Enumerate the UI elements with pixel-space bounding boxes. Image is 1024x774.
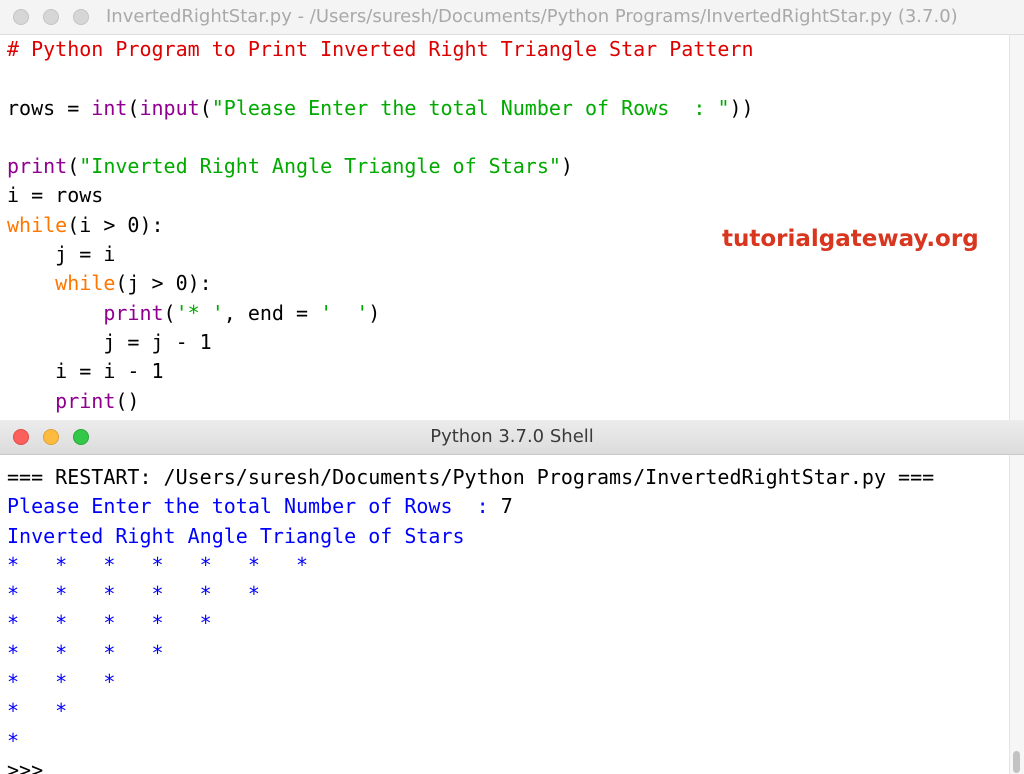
console-line: * *	[7, 697, 934, 726]
code-token: * * * * * * *	[7, 552, 309, 577]
code-token: (	[163, 300, 176, 325]
code-token: input	[139, 95, 200, 120]
code-token: * * * * *	[7, 611, 212, 636]
console-line: * * *	[7, 668, 934, 697]
code-token: )	[560, 154, 573, 179]
shell-window: Python 3.7.0 Shell === RESTART: /Users/s…	[0, 420, 1024, 774]
editor-window: InvertedRightStar.py - /Users/suresh/Doc…	[0, 0, 1024, 420]
code-token: (	[199, 95, 212, 120]
editor-window-title: InvertedRightStar.py - /Users/suresh/Doc…	[106, 6, 958, 27]
editor-titlebar[interactable]: InvertedRightStar.py - /Users/suresh/Doc…	[0, 0, 1024, 35]
code-line: print("Inverted Right Angle Triangle of …	[7, 152, 754, 181]
shell-titlebar[interactable]: Python 3.7.0 Shell	[0, 420, 1024, 455]
code-token: Please Enter the total Number of Rows :	[7, 494, 501, 519]
code-token: >>>	[7, 757, 56, 774]
code-token: * *	[7, 699, 68, 724]
console-line: * * * * * *	[7, 580, 934, 609]
code-token: "Please Enter the total Number of Rows :…	[211, 95, 730, 120]
code-token: * * * * * *	[7, 582, 260, 607]
code-token: (i > 0):	[67, 212, 164, 237]
code-line: i = rows	[7, 181, 754, 210]
console-line: * * * *	[7, 639, 934, 668]
code-token: "Inverted Right Angle Triangle of Stars"	[79, 154, 561, 179]
console-line: * * * * * * *	[7, 551, 934, 580]
code-token: (	[127, 95, 140, 120]
code-line: rows = int(input("Please Enter the total…	[7, 94, 754, 123]
console-line: Inverted Right Angle Triangle of Stars	[7, 522, 934, 551]
code-token: print	[103, 300, 164, 325]
code-token: * * *	[7, 670, 116, 695]
code-token: int	[91, 95, 128, 120]
code-token: Inverted Right Angle Triangle of Stars	[7, 523, 465, 548]
code-token: while	[55, 271, 116, 296]
code-token: * * * *	[7, 640, 164, 665]
code-token: print	[55, 388, 116, 413]
code-line: j = j - 1	[7, 328, 754, 357]
code-token: )	[368, 300, 381, 325]
code-token: (	[67, 154, 80, 179]
code-token: ))	[729, 95, 754, 120]
code-line: # Python Program to Print Inverted Right…	[7, 35, 754, 64]
console-line: *	[7, 727, 934, 756]
code-token: i = rows	[7, 183, 104, 208]
code-token: print	[7, 154, 68, 179]
shell-scrollbar[interactable]	[1009, 455, 1024, 774]
shell-window-title: Python 3.7.0 Shell	[430, 426, 594, 447]
zoom-button[interactable]	[73, 9, 89, 25]
code-token: while	[7, 212, 68, 237]
shell-console[interactable]: === RESTART: /Users/suresh/Documents/Pyt…	[7, 463, 934, 774]
console-line: === RESTART: /Users/suresh/Documents/Pyt…	[7, 463, 934, 492]
code-token: *	[7, 728, 20, 753]
code-token: j = j - 1	[7, 329, 212, 354]
code-line: while(j > 0):	[7, 269, 754, 298]
minimize-button[interactable]	[43, 9, 59, 25]
console-line: >>>	[7, 756, 934, 774]
code-token: j = i	[7, 242, 116, 267]
code-token: === RESTART: /Users/suresh/Documents/Pyt…	[7, 465, 935, 489]
code-token: ' '	[320, 300, 369, 325]
code-line: i = i - 1	[7, 357, 754, 386]
code-editor[interactable]: # Python Program to Print Inverted Right…	[7, 35, 754, 416]
code-token: , end =	[223, 300, 321, 325]
code-token: # Python Program to Print Inverted Right…	[7, 37, 754, 61]
close-button[interactable]	[13, 9, 29, 25]
code-token: i = i - 1	[7, 359, 164, 384]
code-token: '* '	[175, 300, 224, 325]
shell-scroll-thumb[interactable]	[1013, 751, 1020, 773]
code-token: ()	[115, 388, 140, 413]
code-line: j = i	[7, 240, 754, 269]
watermark-logo: tutorialgateway.org	[722, 226, 979, 252]
code-token: rows =	[7, 95, 92, 120]
console-line: Please Enter the total Number of Rows : …	[7, 492, 934, 521]
console-line: * * * * *	[7, 609, 934, 638]
code-token: 7	[500, 494, 513, 519]
editor-scrollbar[interactable]	[1009, 35, 1024, 420]
code-token: (j > 0):	[115, 271, 212, 296]
code-line: print('* ', end = ' ')	[7, 299, 754, 328]
code-line: while(i > 0):	[7, 211, 754, 240]
code-line: print()	[7, 387, 754, 416]
